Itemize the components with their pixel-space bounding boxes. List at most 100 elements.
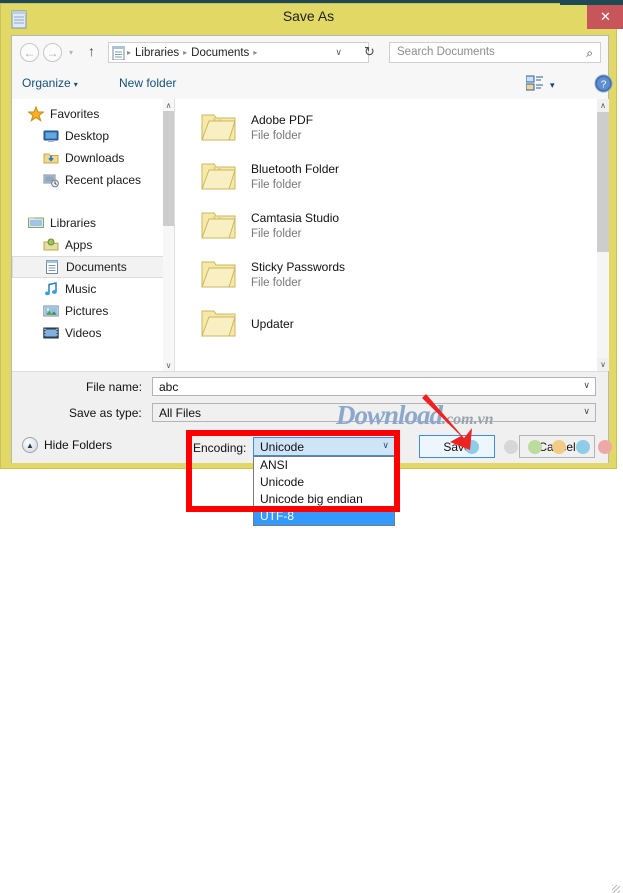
encoding-option-ansi[interactable]: ANSI — [254, 457, 394, 474]
list-item-meta: Updater — [251, 316, 294, 332]
window-title: Save As — [1, 8, 616, 24]
screen-top-strip-right — [560, 0, 623, 5]
encoding-option-unicode-big-endian[interactable]: Unicode big endian — [254, 491, 394, 508]
folder-icon — [200, 210, 237, 241]
save-as-type-value: All Files — [159, 406, 201, 420]
file-name: Camtasia Studio — [251, 210, 339, 226]
chevron-down-icon[interactable]: ∨ — [583, 406, 590, 417]
sidebar-label-favorites: Favorites — [50, 107, 99, 121]
folder-icon — [200, 308, 237, 339]
organize-button[interactable]: Organize▾ — [22, 76, 78, 90]
sidebar-label-recent-places: Recent places — [65, 173, 141, 187]
list-item[interactable]: Bluetooth Folder File folder — [175, 152, 608, 201]
breadcrumb-documents[interactable]: Documents — [189, 47, 251, 59]
folder-icon — [200, 161, 237, 192]
navigation-pane-scrollbar[interactable]: ∧ ∨ — [163, 99, 174, 371]
view-dropdown-icon[interactable]: ▾ — [550, 80, 555, 91]
explorer-body: ← → ▾ ↑ ▸ Libraries — [11, 35, 609, 463]
scrollbar-thumb[interactable] — [597, 112, 609, 252]
decorative-dot-green — [528, 440, 542, 454]
star-icon — [28, 106, 44, 122]
organize-label: Organize — [22, 76, 71, 90]
file-name: Bluetooth Folder — [251, 161, 339, 177]
resize-grip[interactable] — [612, 885, 620, 893]
encoding-option-unicode[interactable]: Unicode — [254, 474, 394, 491]
save-button[interactable]: Save — [419, 435, 495, 458]
sidebar-item-pictures[interactable]: Pictures — [12, 300, 174, 322]
libraries-icon — [28, 215, 44, 231]
file-list-scrollbar[interactable]: ∧ ∨ — [597, 99, 609, 371]
sidebar-label-documents: Documents — [66, 260, 127, 274]
back-icon[interactable]: ← — [20, 43, 39, 62]
pictures-icon — [43, 303, 59, 319]
sidebar-item-desktop[interactable]: Desktop — [12, 125, 174, 147]
address-dropdown-icon[interactable]: ∨ — [335, 47, 342, 58]
hide-folders-button[interactable]: ▲ Hide Folders — [22, 437, 112, 453]
list-item[interactable]: Camtasia Studio File folder — [175, 201, 608, 250]
new-folder-button[interactable]: New folder — [119, 76, 176, 90]
chevron-down-icon: ∨ — [382, 440, 389, 451]
forward-icon[interactable]: → — [43, 43, 62, 62]
encoding-selected-value: Unicode — [260, 440, 304, 454]
list-item[interactable]: Sticky Passwords File folder — [175, 250, 608, 299]
search-placeholder: Search Documents — [397, 46, 495, 58]
sidebar-item-downloads[interactable]: Downloads — [12, 147, 174, 169]
sidebar-item-recent-places[interactable]: Recent places — [12, 169, 174, 191]
scroll-down-icon[interactable]: ∨ — [163, 359, 174, 371]
sidebar-group-libraries[interactable]: Libraries — [12, 212, 174, 234]
file-type: File folder — [251, 275, 345, 291]
sidebar-item-videos[interactable]: Videos — [12, 322, 174, 344]
scroll-up-icon[interactable]: ∧ — [163, 99, 174, 111]
navigation-bar: ← → ▾ ↑ ▸ Libraries — [12, 36, 608, 70]
sidebar-item-apps[interactable]: Apps — [12, 234, 174, 256]
refresh-icon[interactable]: ↻ — [364, 44, 375, 60]
sidebar-label-apps: Apps — [65, 238, 92, 252]
sidebar-item-music[interactable]: Music — [12, 278, 174, 300]
sidebar-label-downloads: Downloads — [65, 151, 124, 165]
search-input[interactable]: Search Documents ⌕ — [389, 42, 601, 63]
music-icon — [43, 281, 59, 297]
save-as-type-select[interactable]: All Files ∨ — [152, 403, 596, 422]
scroll-down-icon[interactable]: ∨ — [597, 358, 609, 371]
scrollbar-thumb[interactable] — [163, 111, 174, 226]
decorative-dot-gray — [504, 440, 518, 454]
title-bar: Save As — [1, 4, 616, 35]
downloads-icon — [43, 150, 59, 166]
sidebar-item-documents[interactable]: Documents — [12, 256, 174, 278]
list-item[interactable]: Adobe PDF File folder — [175, 103, 608, 152]
encoding-dropdown-list[interactable]: ANSI Unicode Unicode big endian UTF-8 — [253, 456, 395, 526]
videos-icon — [43, 325, 59, 341]
file-name-value: abc — [159, 380, 178, 394]
list-item-meta: Sticky Passwords File folder — [251, 259, 345, 291]
help-icon[interactable]: ? — [594, 74, 613, 93]
sidebar-label-videos: Videos — [65, 326, 101, 340]
decorative-dot-red — [598, 440, 612, 454]
scroll-up-icon[interactable]: ∧ — [597, 99, 609, 112]
hide-folders-label: Hide Folders — [44, 438, 112, 452]
address-bar[interactable]: ▸ Libraries ▸ Documents ▸ ∨ — [108, 42, 369, 63]
encoding-option-utf-8[interactable]: UTF-8 — [254, 508, 394, 525]
encoding-label: Encoding: — [193, 441, 246, 455]
breadcrumb-libraries[interactable]: Libraries — [133, 47, 181, 59]
history-dropdown-icon[interactable]: ▾ — [69, 48, 73, 57]
chevron-down-icon[interactable]: ∨ — [583, 380, 590, 391]
list-item-meta: Camtasia Studio File folder — [251, 210, 339, 242]
folder-icon — [200, 112, 237, 143]
up-level-icon[interactable]: ↑ — [88, 43, 95, 59]
list-item-meta: Adobe PDF File folder — [251, 112, 313, 144]
sidebar-label-desktop: Desktop — [65, 129, 109, 143]
view-layout-icon[interactable] — [526, 75, 543, 92]
file-name-input[interactable]: abc ∨ — [152, 377, 596, 396]
breadcrumb-separator: ▸ — [125, 48, 133, 57]
sidebar-label-music: Music — [65, 282, 96, 296]
file-name: Updater — [251, 316, 294, 332]
sidebar-label-libraries: Libraries — [50, 216, 96, 230]
file-name-label: File name: — [86, 380, 142, 394]
file-name: Sticky Passwords — [251, 259, 345, 275]
list-item[interactable]: Updater — [175, 299, 608, 348]
file-name: Adobe PDF — [251, 112, 313, 128]
encoding-select[interactable]: Unicode ∨ — [253, 437, 395, 456]
close-button[interactable]: ✕ — [587, 4, 623, 29]
address-folder-icon — [112, 46, 125, 60]
sidebar-group-favorites[interactable]: Favorites — [12, 103, 174, 125]
